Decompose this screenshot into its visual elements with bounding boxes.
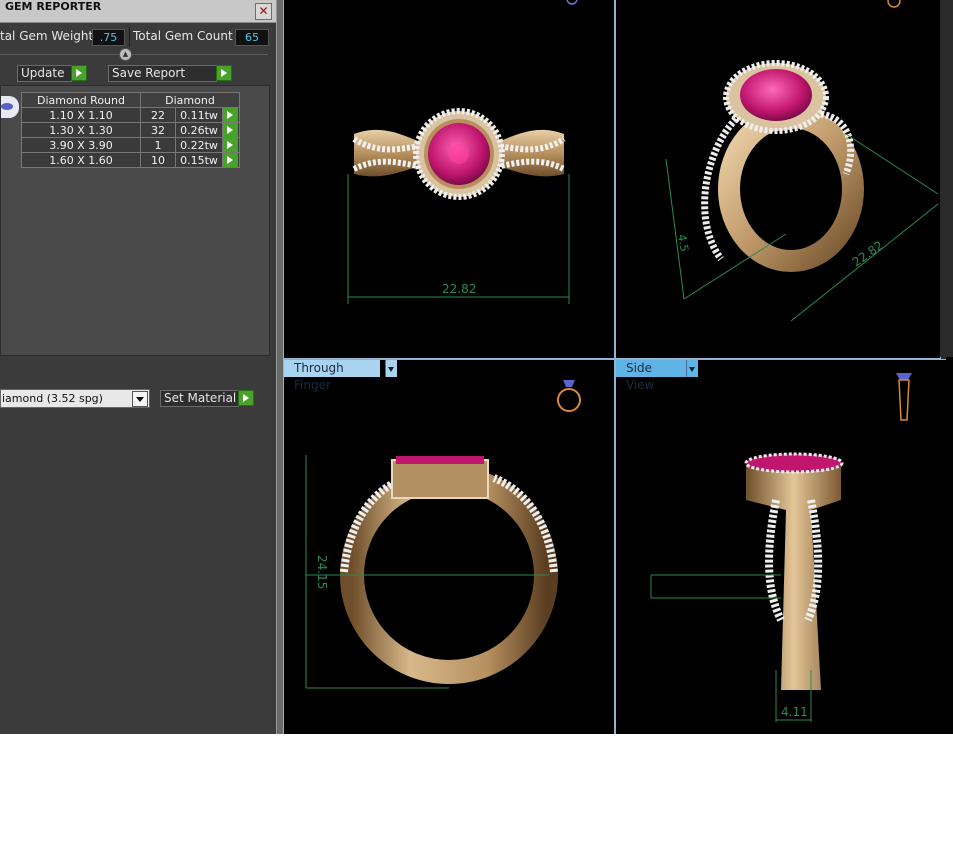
gem-table: Diamond Round Diamond 1.10 X 1.10 22 0.1… — [21, 92, 240, 168]
gem-reporter-panel: GEM REPORTER ✕ tal Gem Weight .75 Total … — [0, 0, 276, 734]
gem-size: 3.90 X 3.90 — [21, 137, 141, 153]
row-go-icon[interactable] — [222, 122, 240, 138]
head-setting — [391, 459, 489, 499]
diamond-row — [765, 499, 785, 622]
set-material-button[interactable]: Set Material — [160, 390, 239, 407]
viewport-edge — [940, 0, 953, 357]
viewport-top-view[interactable]: 22.82 — [283, 0, 615, 359]
set-material-go-icon[interactable] — [238, 390, 254, 406]
total-gem-count-label: Total Gem Count — [133, 29, 233, 43]
column-header-shape: Diamond Round — [21, 92, 141, 108]
update-button[interactable]: Update — [17, 65, 72, 82]
ruby-cluster — [740, 69, 812, 121]
gem-shape-icon — [1, 96, 19, 118]
ring-top-render: 22.82 — [347, 0, 578, 304]
ring-orientation-gem — [896, 373, 912, 380]
material-select[interactable]: iamond (3.52 spg) — [0, 389, 150, 408]
stats-divider — [129, 27, 130, 47]
table-row[interactable]: 1.60 X 1.60 10 0.15tw — [21, 152, 240, 168]
row-go-icon[interactable] — [222, 152, 240, 168]
ruby-cluster — [744, 452, 844, 474]
gem-table-header: Diamond Round Diamond — [21, 92, 240, 108]
gem-size: 1.60 X 1.60 — [21, 152, 141, 168]
dimension-label: 22.82 — [850, 238, 886, 269]
gem-list-area: Diamond Round Diamond 1.10 X 1.10 22 0.1… — [0, 85, 270, 356]
total-gem-weight-value: .75 — [92, 29, 125, 46]
ring-orientation-icon — [887, 0, 901, 8]
ring-orientation-gem — [563, 380, 575, 387]
center-stone — [449, 144, 469, 164]
gem-count: 10 — [140, 152, 176, 168]
gem-size: 1.10 X 1.10 — [21, 107, 141, 123]
dimension-label: 4.11 — [781, 705, 808, 719]
dimension-label: 24.15 — [315, 555, 329, 589]
viewport-perspective[interactable]: 22.82 4.5 — [615, 0, 941, 359]
table-row[interactable]: 1.10 X 1.10 22 0.11tw — [21, 107, 240, 123]
save-report-button[interactable]: Save Report — [108, 65, 217, 82]
ring-orientation-icon — [566, 0, 578, 5]
ring-orientation-icon — [557, 388, 581, 412]
dimension-line — [665, 158, 685, 300]
viewport-through-finger[interactable]: Through Finger 24.15 — [283, 359, 615, 734]
ring-front-render: 24.15 — [305, 380, 581, 689]
viewport-edge — [946, 357, 953, 734]
gem-weight: 0.26tw — [175, 122, 223, 138]
chevron-down-icon[interactable] — [132, 391, 148, 407]
save-report-go-icon[interactable] — [216, 65, 232, 81]
update-go-icon[interactable] — [71, 65, 87, 81]
gem-size: 1.30 X 1.30 — [21, 122, 141, 138]
table-row[interactable]: 3.90 X 3.90 1 0.22tw — [21, 137, 240, 153]
panel-slider-knob[interactable]: ▲ — [119, 48, 132, 61]
panel-slider-track — [0, 54, 268, 55]
gem-count: 32 — [140, 122, 176, 138]
material-select-value: iamond (3.52 spg) — [2, 392, 103, 405]
table-row[interactable]: 1.30 X 1.30 32 0.26tw — [21, 122, 240, 138]
application-window: GEM REPORTER ✕ tal Gem Weight .75 Total … — [0, 0, 953, 734]
ring-orientation-icon — [898, 379, 910, 421]
total-gem-weight-label: tal Gem Weight — [0, 29, 94, 43]
total-gem-count-value: 65 — [235, 29, 269, 46]
ring-side-render: 4.11 — [650, 373, 912, 722]
ruby-cluster — [396, 456, 484, 464]
row-go-icon[interactable] — [222, 137, 240, 153]
gem-weight: 0.15tw — [175, 152, 223, 168]
gem-count: 1 — [140, 137, 176, 153]
panel-title: GEM REPORTER — [5, 0, 102, 13]
close-icon[interactable]: ✕ — [255, 3, 272, 20]
viewport-side-view[interactable]: Side View 4.11 — [615, 359, 948, 734]
ring-band — [718, 106, 864, 272]
gem-count: 22 — [140, 107, 176, 123]
gem-weight: 0.22tw — [175, 137, 223, 153]
row-go-icon[interactable] — [222, 107, 240, 123]
ring-perspective-render: 22.82 4.5 — [665, 0, 939, 322]
dimension-label: 22.82 — [442, 282, 476, 296]
column-header-type: Diamond — [140, 92, 240, 108]
panel-titlebar: GEM REPORTER ✕ — [0, 0, 276, 23]
gem-weight: 0.11tw — [175, 107, 223, 123]
